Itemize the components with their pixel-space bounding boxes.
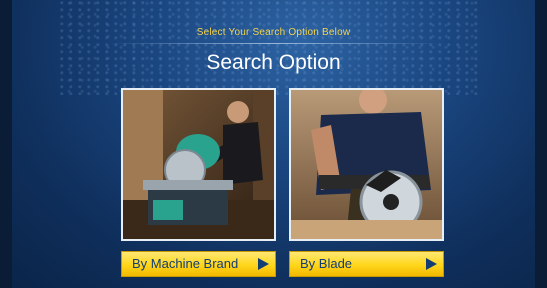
search-instructions: Select Your Search Option Below xyxy=(196,27,351,38)
play-arrow-icon xyxy=(258,258,269,270)
page-title: Search Option xyxy=(206,51,341,74)
header-divider xyxy=(110,43,438,44)
by-blade-button[interactable]: By Blade xyxy=(289,251,444,277)
play-arrow-icon xyxy=(426,258,437,270)
circular-saw-photo xyxy=(291,90,442,239)
blade-image[interactable] xyxy=(289,88,444,241)
by-machine-brand-button[interactable]: By Machine Brand xyxy=(121,251,276,277)
by-machine-brand-label: By Machine Brand xyxy=(132,256,239,271)
miter-saw-photo xyxy=(123,90,274,239)
by-blade-label: By Blade xyxy=(300,256,353,271)
background-texture xyxy=(60,0,480,95)
machine-brand-image[interactable] xyxy=(121,88,276,241)
